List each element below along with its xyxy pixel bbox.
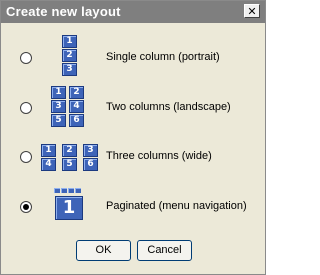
ok-button[interactable]: OK — [76, 240, 131, 261]
two-columns-layout-icon: 1 2 3 4 5 6 — [51, 86, 87, 127]
option-paginated[interactable]: 1 Paginated (menu navigation) — [1, 186, 265, 230]
layout-tile: 2 — [62, 144, 77, 157]
option-three-columns[interactable]: 1 2 3 4 5 6 Three columns (wide) — [1, 144, 265, 188]
radio-selected-dot — [23, 204, 29, 210]
radio-single-column[interactable] — [20, 52, 32, 64]
option-two-columns[interactable]: 1 2 3 4 5 6 Two columns (landscape) — [1, 86, 265, 130]
dialog-title: Create new layout — [6, 4, 121, 19]
option-label: Two columns (landscape) — [106, 101, 231, 113]
paginated-layout-icon: 1 — [54, 188, 84, 222]
layout-tile: 6 — [69, 114, 84, 127]
layout-tile: 1 — [41, 144, 56, 157]
option-label: Three columns (wide) — [106, 150, 212, 162]
option-single-column[interactable]: 1 2 3 Single column (portrait) — [1, 35, 265, 79]
close-icon: ✕ — [247, 5, 257, 18]
layout-tile: 4 — [69, 100, 84, 113]
layout-tile: 1 — [62, 35, 77, 48]
single-column-layout-icon: 1 2 3 — [62, 35, 78, 76]
layout-tile: 5 — [62, 158, 77, 171]
layout-tile: 2 — [62, 49, 77, 62]
layout-tile: 4 — [41, 158, 56, 171]
page-tab — [54, 188, 60, 193]
cancel-button[interactable]: Cancel — [137, 240, 192, 261]
layout-tile: 6 — [83, 158, 98, 171]
radio-paginated[interactable] — [20, 201, 32, 213]
option-label: Single column (portrait) — [106, 51, 220, 63]
radio-three-columns[interactable] — [20, 151, 32, 163]
close-button[interactable]: ✕ — [244, 4, 260, 18]
layout-tile: 3 — [51, 100, 66, 113]
layout-tile: 2 — [69, 86, 84, 99]
layout-tile: 1 — [55, 196, 83, 220]
page-tab — [68, 188, 74, 193]
option-label: Paginated (menu navigation) — [106, 200, 247, 212]
layout-tile: 3 — [62, 63, 77, 76]
radio-two-columns[interactable] — [20, 102, 32, 114]
create-layout-dialog: Create new layout ✕ 1 2 3 Single column … — [0, 0, 266, 275]
page-tab — [75, 188, 81, 193]
three-columns-layout-icon: 1 2 3 4 5 6 — [41, 144, 99, 172]
page-tab — [61, 188, 67, 193]
layout-tile: 3 — [83, 144, 98, 157]
layout-tile: 1 — [51, 86, 66, 99]
title-bar[interactable]: Create new layout ✕ — [1, 1, 265, 23]
layout-tile: 5 — [51, 114, 66, 127]
